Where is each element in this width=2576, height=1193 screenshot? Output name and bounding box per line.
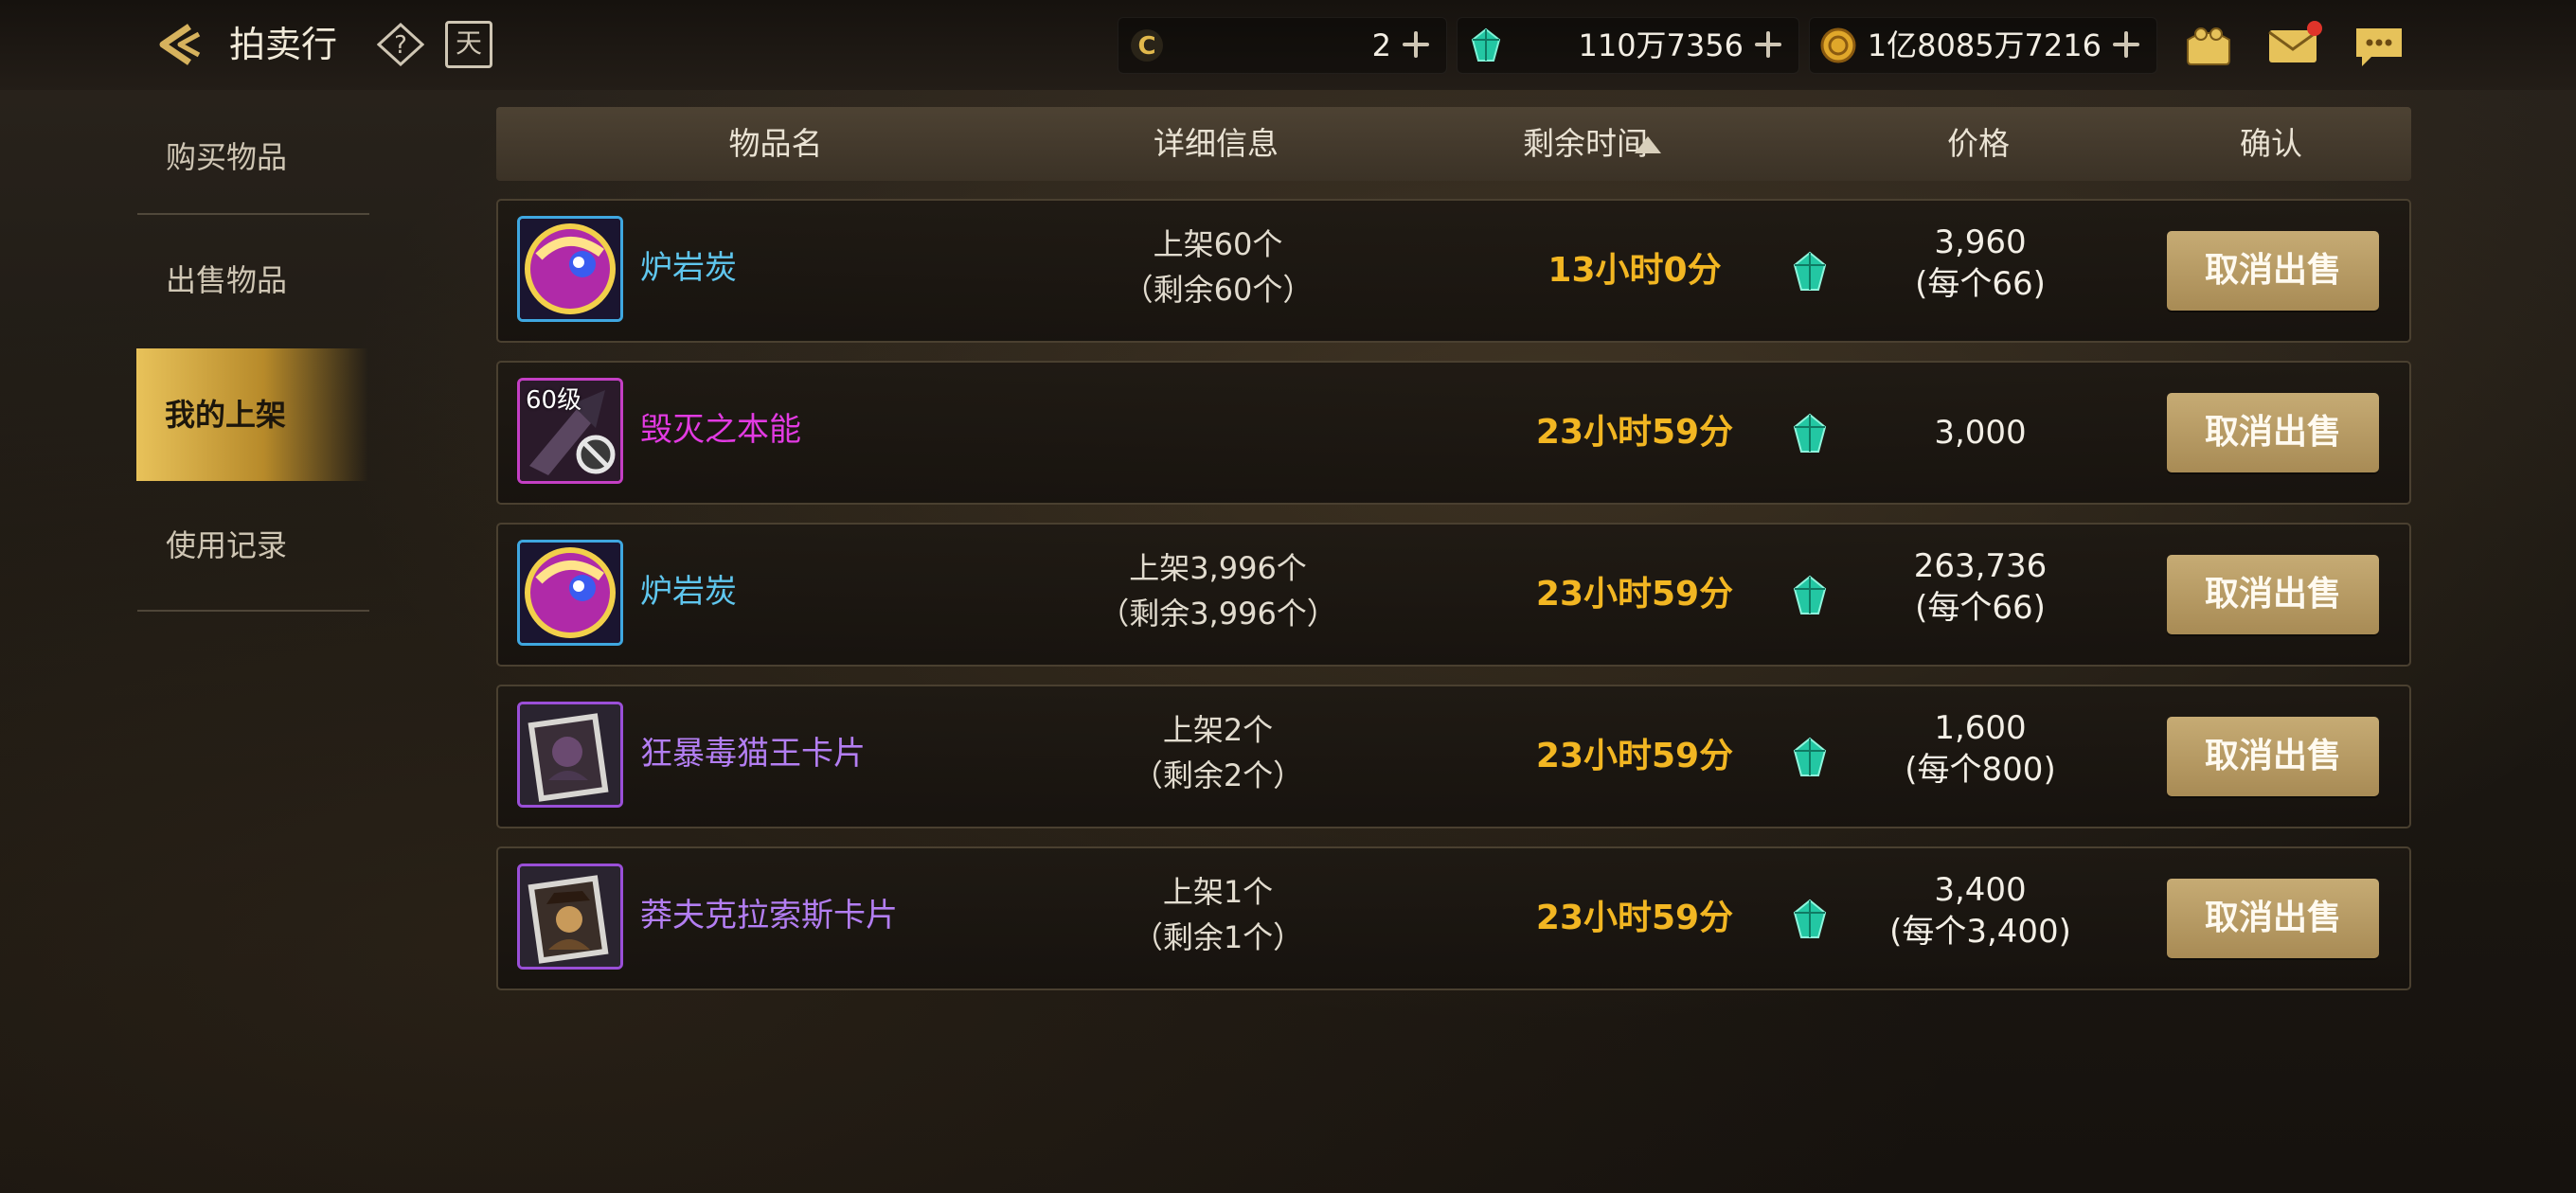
card-icon[interactable] — [517, 702, 623, 808]
page-title: 拍卖行 — [229, 24, 338, 65]
svg-text:C: C — [1137, 32, 1155, 61]
table-row: 炉岩炭 上架60个 （剩余60个） 13小时0分 3,960 (每个66) 取消… — [496, 199, 2411, 343]
help-icon[interactable]: ? — [377, 23, 424, 66]
divider — [137, 213, 369, 215]
svg-text:?: ? — [394, 31, 407, 60]
destruction-instinct-icon[interactable]: 60级 — [517, 378, 623, 484]
remaining-quantity: （剩余1个） — [1132, 919, 1304, 955]
item-detail: 上架1个 （剩余1个） — [1029, 869, 1407, 960]
sidebar-item-label: 使用记录 — [166, 527, 288, 563]
table-row: 60级 毁灭之本能 23小时59分 3,000 取消出售 — [496, 361, 2411, 505]
price: 3,000 — [1824, 363, 2137, 503]
column-header-name[interactable]: 物品名 — [657, 107, 894, 181]
total-price: 3,960 — [1934, 223, 2027, 261]
add-gem-button[interactable] — [1751, 27, 1785, 62]
column-header-price[interactable]: 价格 — [1822, 107, 2135, 181]
currency-coin: C 2 — [1118, 17, 1447, 74]
table-row: 炉岩炭 上架3,996个 （剩余3,996个） 23小时59分 263,736 … — [496, 523, 2411, 667]
gold-value: 1亿8085万7216 — [1867, 27, 2102, 63]
total-price: 1,600 — [1934, 709, 2027, 747]
total-price: 3,000 — [1934, 414, 2027, 452]
item-name: 莽夫克拉索斯卡片 — [640, 897, 898, 935]
cancel-sale-button[interactable]: 取消出售 — [2167, 879, 2379, 958]
card-icon[interactable] — [517, 864, 623, 970]
table-row: 莽夫克拉索斯卡片 上架1个 （剩余1个） 23小时59分 3,400 (每个3,… — [496, 846, 2411, 990]
item-detail: 上架60个 （剩余60个） — [1029, 222, 1407, 312]
cancel-sale-button[interactable]: 取消出售 — [2167, 555, 2379, 634]
item-level: 60级 — [526, 386, 582, 415]
add-gold-button[interactable] — [2109, 27, 2143, 62]
coin-value: 2 — [1371, 27, 1391, 63]
item-detail: 上架2个 （剩余2个） — [1029, 707, 1407, 798]
remaining-time: 23小时59分 — [1535, 899, 1734, 937]
calendar-icon[interactable]: 天 — [445, 21, 492, 68]
coin-c-icon: C — [1131, 29, 1163, 62]
item-name: 狂暴毒猫王卡片 — [640, 735, 866, 773]
remaining-time: 23小时59分 — [1535, 737, 1734, 775]
column-header-time[interactable]: 剩余时间 — [1443, 107, 1727, 181]
sidebar-item-label: 我的上架 — [165, 397, 287, 433]
item-detail: 上架3,996个 （剩余3,996个） — [1029, 545, 1407, 636]
currency-gold: 1亿8085万7216 — [1809, 17, 2157, 74]
sidebar-item-label: 购买物品 — [166, 139, 288, 175]
sidebar-item-label: 出售物品 — [166, 262, 288, 298]
unit-price: (每个66) — [1915, 265, 2046, 303]
calendar-icon-glyph: 天 — [455, 27, 482, 59]
total-price: 263,736 — [1913, 547, 2048, 585]
cancel-sale-button[interactable]: 取消出售 — [2167, 393, 2379, 472]
gold-coin-icon — [1820, 27, 1856, 63]
add-coin-button[interactable] — [1399, 27, 1433, 62]
listed-quantity: 上架3,996个 — [1129, 550, 1307, 586]
price: 263,736 (每个66) — [1824, 545, 2137, 629]
total-price: 3,400 — [1934, 871, 2027, 909]
remaining-time: 13小时0分 — [1547, 251, 1722, 290]
mail-icon[interactable] — [2265, 19, 2322, 72]
top-bar: 拍卖行 ? 天 C 2 110万7356 1亿8085万7216 — [0, 0, 2576, 90]
table-header: 物品名 详细信息 剩余时间 价格 确认 — [496, 107, 2411, 181]
remaining-time: 23小时59分 — [1535, 413, 1734, 452]
item-name: 炉岩炭 — [640, 249, 737, 287]
listed-quantity: 上架1个 — [1162, 874, 1274, 910]
cancel-sale-button[interactable]: 取消出售 — [2167, 717, 2379, 796]
sidebar-item-sell[interactable]: 出售物品 — [137, 216, 369, 345]
wallet-icon[interactable] — [2180, 19, 2237, 72]
column-header-detail: 详细信息 — [1154, 125, 1279, 162]
cancel-sale-button[interactable]: 取消出售 — [2167, 231, 2379, 311]
back-arrow-icon[interactable] — [152, 21, 205, 68]
remaining-time: 23小时59分 — [1535, 575, 1734, 614]
gem-icon — [1471, 27, 1501, 62]
table-row: 狂暴毒猫王卡片 上架2个 （剩余2个） 23小时59分 1,600 (每个800… — [496, 685, 2411, 828]
gem-value: 110万7356 — [1578, 27, 1744, 63]
price: 3,400 (每个3,400) — [1824, 869, 2137, 953]
listed-quantity: 上架60个 — [1153, 226, 1283, 262]
sort-ascending-icon[interactable] — [1635, 136, 1661, 153]
sidebar-item-buy[interactable]: 购买物品 — [137, 93, 369, 222]
column-header-confirm: 确认 — [2240, 125, 2302, 162]
remaining-quantity: （剩余60个） — [1122, 272, 1314, 308]
remaining-quantity: （剩余3,996个） — [1099, 596, 1337, 632]
lava-rock-orb-icon[interactable] — [517, 540, 623, 646]
price: 1,600 (每个800) — [1824, 707, 2137, 791]
chat-icon[interactable] — [2351, 19, 2407, 72]
sidebar-item-usage-log[interactable]: 使用记录 — [137, 481, 369, 610]
price: 3,960 (每个66) — [1824, 222, 2137, 305]
unit-price: (每个66) — [1915, 589, 2046, 627]
divider — [137, 610, 369, 612]
unit-price: (每个3,400) — [1889, 913, 2071, 951]
item-name: 炉岩炭 — [640, 573, 737, 611]
listed-quantity: 上架2个 — [1162, 712, 1274, 748]
sidebar-item-my-listings[interactable]: 我的上架 — [136, 348, 368, 481]
unit-price: (每个800) — [1905, 751, 2056, 789]
currency-gem: 110万7356 — [1457, 17, 1799, 74]
item-name: 毁灭之本能 — [640, 411, 801, 449]
remaining-quantity: （剩余2个） — [1132, 757, 1304, 793]
lava-rock-orb-icon[interactable] — [517, 216, 623, 322]
